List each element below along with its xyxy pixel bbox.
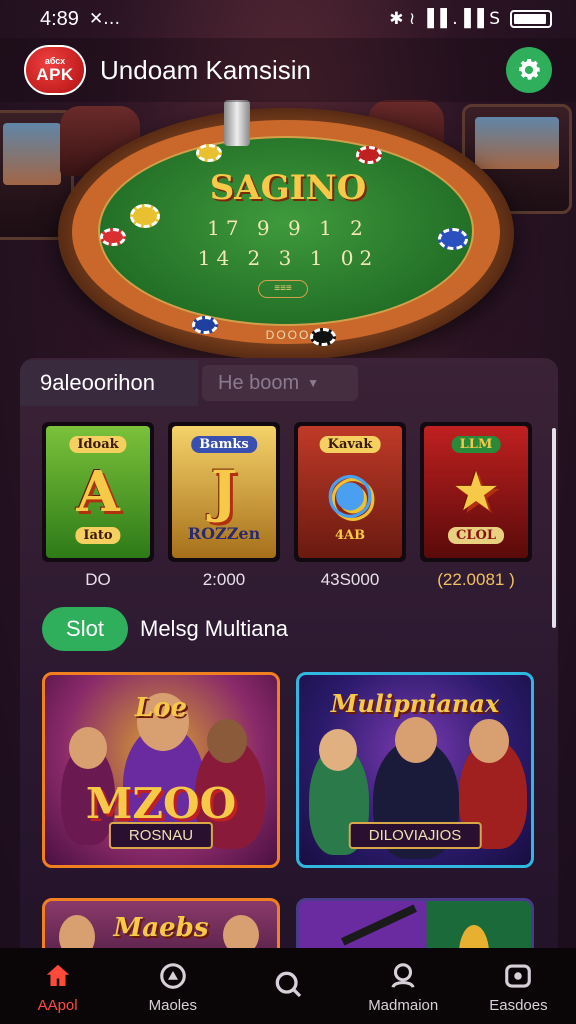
search-icon bbox=[271, 967, 305, 1001]
slot-tile-bottom-label: CLOL bbox=[448, 527, 504, 544]
status-left: 4:89 ✕… bbox=[40, 8, 120, 31]
featured-slots: Idoak A Iato Bamks J ROZZen Kavak ◉ 4AB bbox=[42, 422, 532, 562]
slot-value: 2:000 bbox=[202, 570, 246, 589]
slot-tile-top-label: Kavak bbox=[319, 436, 381, 453]
slot-tile[interactable]: Bamks J ROZZen bbox=[168, 422, 280, 562]
signal-icons: ✱ ≀ ▐▐ .▐▐ S bbox=[389, 9, 500, 29]
slot-tile-symbol: ★ bbox=[454, 464, 498, 520]
content-panel: 9aleoorihon He boom ▼ Idoak A Iato Bamks… bbox=[20, 358, 558, 978]
search-dropdown[interactable]: He boom ▼ bbox=[202, 365, 358, 401]
status-right: ✱ ≀ ▐▐ .▐▐ S bbox=[389, 9, 552, 29]
table-numbers-row2: 14 2 3 1 02 bbox=[197, 246, 379, 270]
app-logo[interactable]: абсх APK bbox=[24, 45, 86, 95]
app-screen: 4:89 ✕… ✱ ≀ ▐▐ .▐▐ S абсх APK Undoam Kam… bbox=[0, 0, 576, 1024]
cue-art bbox=[341, 904, 417, 946]
table-bottom-text: DOOO bbox=[265, 328, 311, 342]
slot-values: DO 2:000 43S000 (22.0081 ) bbox=[42, 570, 520, 594]
slot-value: 43S000 bbox=[320, 570, 380, 589]
table-spindle bbox=[224, 100, 250, 146]
nav-home[interactable]: AApol bbox=[0, 948, 115, 1024]
slot-value: DO bbox=[85, 570, 111, 589]
nav-wallet[interactable]: Easdoes bbox=[461, 948, 576, 1024]
panel-tabs: 9aleoorihon He boom ▼ bbox=[20, 360, 558, 406]
game-card-logo: MZOO bbox=[85, 779, 237, 828]
search-placeholder: He boom bbox=[218, 371, 300, 394]
slot-tile-top-label: Idoak bbox=[69, 436, 127, 453]
chevron-down-icon: ▼ bbox=[307, 376, 320, 390]
slot-tile-top-label: Bamks bbox=[191, 436, 257, 453]
hero-banner[interactable]: SAGINO 17 9 9 1 2 14 2 3 1 02 ≡≡≡ DOOO bbox=[0, 100, 576, 370]
nav-games[interactable]: Maoles bbox=[115, 948, 230, 1024]
game-card-banner: DILOVIAJIOS bbox=[348, 822, 482, 849]
character-art bbox=[469, 719, 509, 763]
app-title: Undoam Kamsisin bbox=[100, 54, 311, 85]
nav-profile[interactable]: Madmaion bbox=[346, 948, 461, 1024]
slot-tile-art: Bamks J ROZZen bbox=[172, 426, 276, 558]
table-title: SAGINO bbox=[209, 168, 367, 208]
nav-label: Easdoes bbox=[489, 996, 548, 1014]
game-card-title: Loe bbox=[134, 693, 188, 723]
slot-tile-bottom-label: 4AB bbox=[334, 528, 366, 543]
chip bbox=[356, 146, 382, 164]
character-art bbox=[69, 727, 107, 769]
slot-value: (22.0081 ) bbox=[437, 570, 515, 589]
slot-tile-symbol: ◉ bbox=[325, 459, 375, 525]
nav-label: AApol bbox=[37, 996, 78, 1014]
nav-label: Madmaion bbox=[368, 996, 439, 1014]
slot-tile-art: Idoak A Iato bbox=[46, 426, 150, 558]
game-card-title: Maebs bbox=[113, 913, 209, 943]
status-bar: 4:89 ✕… ✱ ≀ ▐▐ .▐▐ S bbox=[0, 0, 576, 38]
status-time: 4:89 bbox=[40, 7, 79, 30]
bottom-nav: AApol Maoles Madmaion Easdoes bbox=[0, 948, 576, 1024]
section-header: Slot Melsg Multiana bbox=[42, 606, 288, 652]
nav-label: Maoles bbox=[148, 996, 197, 1014]
character-art bbox=[395, 717, 437, 763]
game-card[interactable]: Loe MZOO ROSNAU bbox=[42, 672, 280, 868]
wallet-icon bbox=[501, 959, 535, 993]
settings-button[interactable] bbox=[506, 47, 552, 93]
home-icon bbox=[41, 959, 75, 993]
game-card-banner: ROSNAU bbox=[108, 822, 214, 849]
nav-search[interactable] bbox=[230, 948, 345, 1024]
character-art bbox=[319, 729, 357, 771]
logo-bottom-text: APK bbox=[36, 65, 74, 84]
scrollbar[interactable] bbox=[552, 428, 556, 628]
app-header: абсх APK Undoam Kamsisin bbox=[0, 38, 576, 102]
gear-icon bbox=[519, 59, 540, 80]
game-card[interactable]: Mulipnianax DILOVIAJIOS bbox=[296, 672, 534, 868]
slot-tile-bottom-label: ROZZen bbox=[187, 524, 261, 543]
notification-icons: ✕… bbox=[88, 9, 121, 29]
chip bbox=[196, 144, 222, 162]
slot-tile[interactable]: Idoak A Iato bbox=[42, 422, 154, 562]
slot-tile-top-label: LLM bbox=[451, 436, 501, 453]
slot-tile-symbol: J bbox=[210, 459, 238, 525]
profile-icon bbox=[386, 959, 420, 993]
slot-tile-symbol: A bbox=[76, 459, 120, 525]
slot-tile[interactable]: LLM ★ CLOL bbox=[420, 422, 532, 562]
slot-filter-button[interactable]: Slot bbox=[42, 607, 128, 651]
character-art bbox=[207, 719, 247, 763]
battery-icon bbox=[510, 10, 552, 28]
game-card-title: Mulipnianax bbox=[330, 689, 500, 718]
play-icon bbox=[156, 959, 190, 993]
slot-tile-art: Kavak ◉ 4AB bbox=[298, 426, 402, 558]
tab-active[interactable]: 9aleoorihon bbox=[20, 360, 198, 406]
section-title: Melsg Multiana bbox=[140, 616, 288, 641]
table-label: ≡≡≡ bbox=[258, 280, 308, 298]
slot-tile-bottom-label: Iato bbox=[75, 527, 121, 544]
slot-tile-art: LLM ★ CLOL bbox=[424, 426, 528, 558]
table-numbers-row1: 17 9 9 1 2 bbox=[207, 216, 369, 240]
slot-tile[interactable]: Kavak ◉ 4AB bbox=[294, 422, 406, 562]
